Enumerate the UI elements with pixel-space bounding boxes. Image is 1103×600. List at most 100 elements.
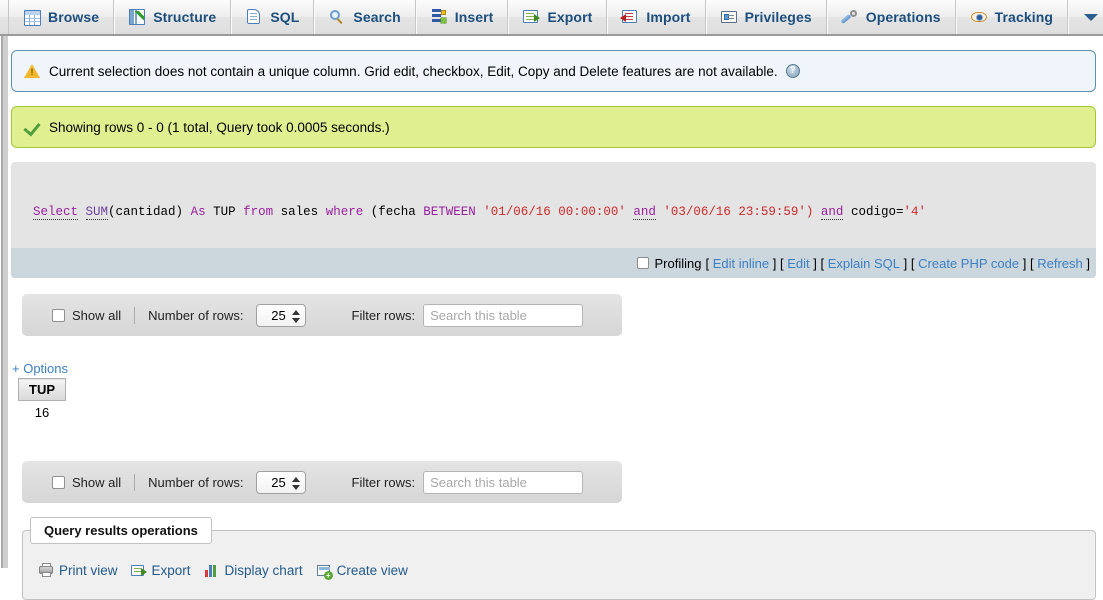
edit-link[interactable]: Edit xyxy=(787,256,809,271)
sql-token-date-to: '03/06/16 23:59:59') xyxy=(663,205,814,219)
rows-toolbar-bottom: Show all Number of rows: 25 Filter rows:… xyxy=(22,461,622,503)
query-results-operations-actions: Print view Export Display chart Create v… xyxy=(38,563,415,580)
query-results-operations-legend: Query results operations xyxy=(30,517,212,544)
tab-operations-label: Operations xyxy=(865,9,941,25)
success-notice: Showing rows 0 - 0 (1 total, Query took … xyxy=(11,106,1096,148)
rows-toolbar-top: Show all Number of rows: 25 Filter rows:… xyxy=(22,294,622,336)
tab-export-label: Export xyxy=(547,9,593,25)
create-view-label: Create view xyxy=(336,563,408,578)
sql-action-bar: Profiling [ Edit inline ] [ Edit ] [ Exp… xyxy=(11,248,1096,278)
bracket-close-2: ] xyxy=(813,255,817,271)
tab-privileges[interactable]: Privileges xyxy=(706,0,827,34)
tab-sql[interactable]: SQL xyxy=(231,0,315,34)
sql-token-as: As xyxy=(190,205,206,219)
eye-icon xyxy=(970,8,988,26)
tab-import[interactable]: Import xyxy=(607,0,706,34)
sql-query-box: Select SUM(cantidad) As TUP from sales w… xyxy=(11,162,1096,278)
tab-operations[interactable]: Operations xyxy=(827,0,956,34)
tab-more[interactable]: More xyxy=(1068,0,1103,34)
sql-token-codigo-value: '4' xyxy=(903,205,926,219)
print-view-link[interactable]: Print view xyxy=(38,563,118,578)
sql-token-between: BETWEEN xyxy=(423,205,476,219)
tab-export[interactable]: Export xyxy=(508,0,608,34)
structure-icon xyxy=(128,8,146,26)
options-toggle-link[interactable]: + Options xyxy=(12,361,68,376)
explain-sql-link[interactable]: Explain SQL xyxy=(828,256,900,271)
column-header-tup[interactable]: TUP xyxy=(18,378,66,401)
cell-tup-value: 16 xyxy=(18,400,66,425)
tab-import-label: Import xyxy=(646,9,691,25)
green-check-icon xyxy=(24,120,41,135)
create-view-icon xyxy=(316,563,333,580)
bracket-close-1: ] xyxy=(772,255,777,271)
number-of-rows-select-top[interactable]: 25 xyxy=(255,303,306,327)
bar-chart-icon xyxy=(204,563,220,578)
bracket-open-4: [ xyxy=(910,255,915,271)
sql-token-and-1: and xyxy=(633,205,656,220)
edit-inline-link[interactable]: Edit inline xyxy=(713,256,769,271)
filter-rows-input-top[interactable]: Search this table xyxy=(423,303,584,327)
sql-token-sales: sales xyxy=(280,205,319,219)
toolbar-divider-top xyxy=(134,306,136,324)
bracket-open-1: [ xyxy=(705,255,710,271)
tab-insert-label: Insert xyxy=(454,9,494,25)
display-chart-label: Display chart xyxy=(224,563,303,578)
export-icon xyxy=(130,563,147,578)
show-all-checkbox-top[interactable] xyxy=(52,308,65,322)
info-icon[interactable]: ? xyxy=(785,64,800,78)
tab-tracking-label: Tracking xyxy=(994,9,1054,25)
display-chart-link[interactable]: Display chart xyxy=(204,563,303,578)
insert-icon xyxy=(430,8,448,26)
search-magnifier-icon xyxy=(328,8,346,26)
tab-privileges-label: Privileges xyxy=(744,9,812,25)
chevron-down-icon xyxy=(1082,8,1100,26)
sql-token-fecha: (fecha xyxy=(370,205,416,219)
profiling-checkbox[interactable] xyxy=(636,257,649,269)
print-view-label: Print view xyxy=(59,563,118,578)
refresh-link[interactable]: Refresh xyxy=(1037,256,1083,271)
query-results-table: TUP 16 xyxy=(18,378,66,425)
tab-structure[interactable]: Structure xyxy=(114,0,232,34)
tab-browse[interactable]: Browse xyxy=(8,0,115,34)
tab-structure-label: Structure xyxy=(153,9,217,25)
sql-query-text[interactable]: Select SUM(cantidad) As TUP from sales w… xyxy=(33,205,1088,220)
number-of-rows-select-bottom[interactable]: 25 xyxy=(255,470,306,494)
bracket-open-5: [ xyxy=(1029,255,1034,271)
sql-token-where: where xyxy=(325,205,364,219)
tab-search[interactable]: Search xyxy=(314,0,416,34)
sql-token-cantidad: (cantidad) xyxy=(108,205,184,219)
filter-rows-label-top: Filter rows: xyxy=(351,307,416,323)
success-notice-text: Showing rows 0 - 0 (1 total, Query took … xyxy=(49,119,390,135)
create-php-code-link[interactable]: Create PHP code xyxy=(918,256,1019,271)
sql-token-select: Select xyxy=(33,205,79,220)
show-all-label-top: Show all xyxy=(72,307,122,323)
printer-icon xyxy=(38,563,54,578)
sql-token-from: from xyxy=(243,205,274,219)
export-link[interactable]: Export xyxy=(130,563,191,578)
sql-token-and-2: and xyxy=(820,205,844,220)
import-icon xyxy=(620,8,639,26)
export-label: Export xyxy=(151,563,191,578)
sql-token-date-from: '01/06/16 00:00:00' xyxy=(483,205,626,219)
tab-insert[interactable]: Insert xyxy=(416,0,509,34)
table-header-row: TUP xyxy=(18,378,66,401)
warning-notice-text: Current selection does not contain a uni… xyxy=(49,63,778,79)
tab-tracking[interactable]: Tracking xyxy=(956,0,1069,34)
table-row: 16 xyxy=(18,400,66,425)
page-left-rail xyxy=(0,36,8,568)
browse-grid-icon xyxy=(23,8,41,26)
wrench-icon xyxy=(841,8,859,26)
bracket-close-5: ] xyxy=(1086,255,1090,271)
tab-browse-label: Browse xyxy=(48,9,100,25)
tab-search-label: Search xyxy=(353,9,401,25)
stepper-arrows-icon xyxy=(291,308,300,325)
number-of-rows-label-bottom: Number of rows: xyxy=(148,474,244,490)
show-all-checkbox-bottom[interactable] xyxy=(52,475,65,489)
warning-notice: Current selection does not contain a uni… xyxy=(11,50,1096,92)
filter-rows-input-bottom[interactable]: Search this table xyxy=(423,470,584,494)
sql-token-sum: SUM xyxy=(85,205,109,220)
tab-sql-label: SQL xyxy=(270,9,300,25)
stepper-arrows-icon xyxy=(291,475,300,492)
create-view-link[interactable]: Create view xyxy=(316,563,408,580)
bracket-open-3: [ xyxy=(820,255,825,271)
